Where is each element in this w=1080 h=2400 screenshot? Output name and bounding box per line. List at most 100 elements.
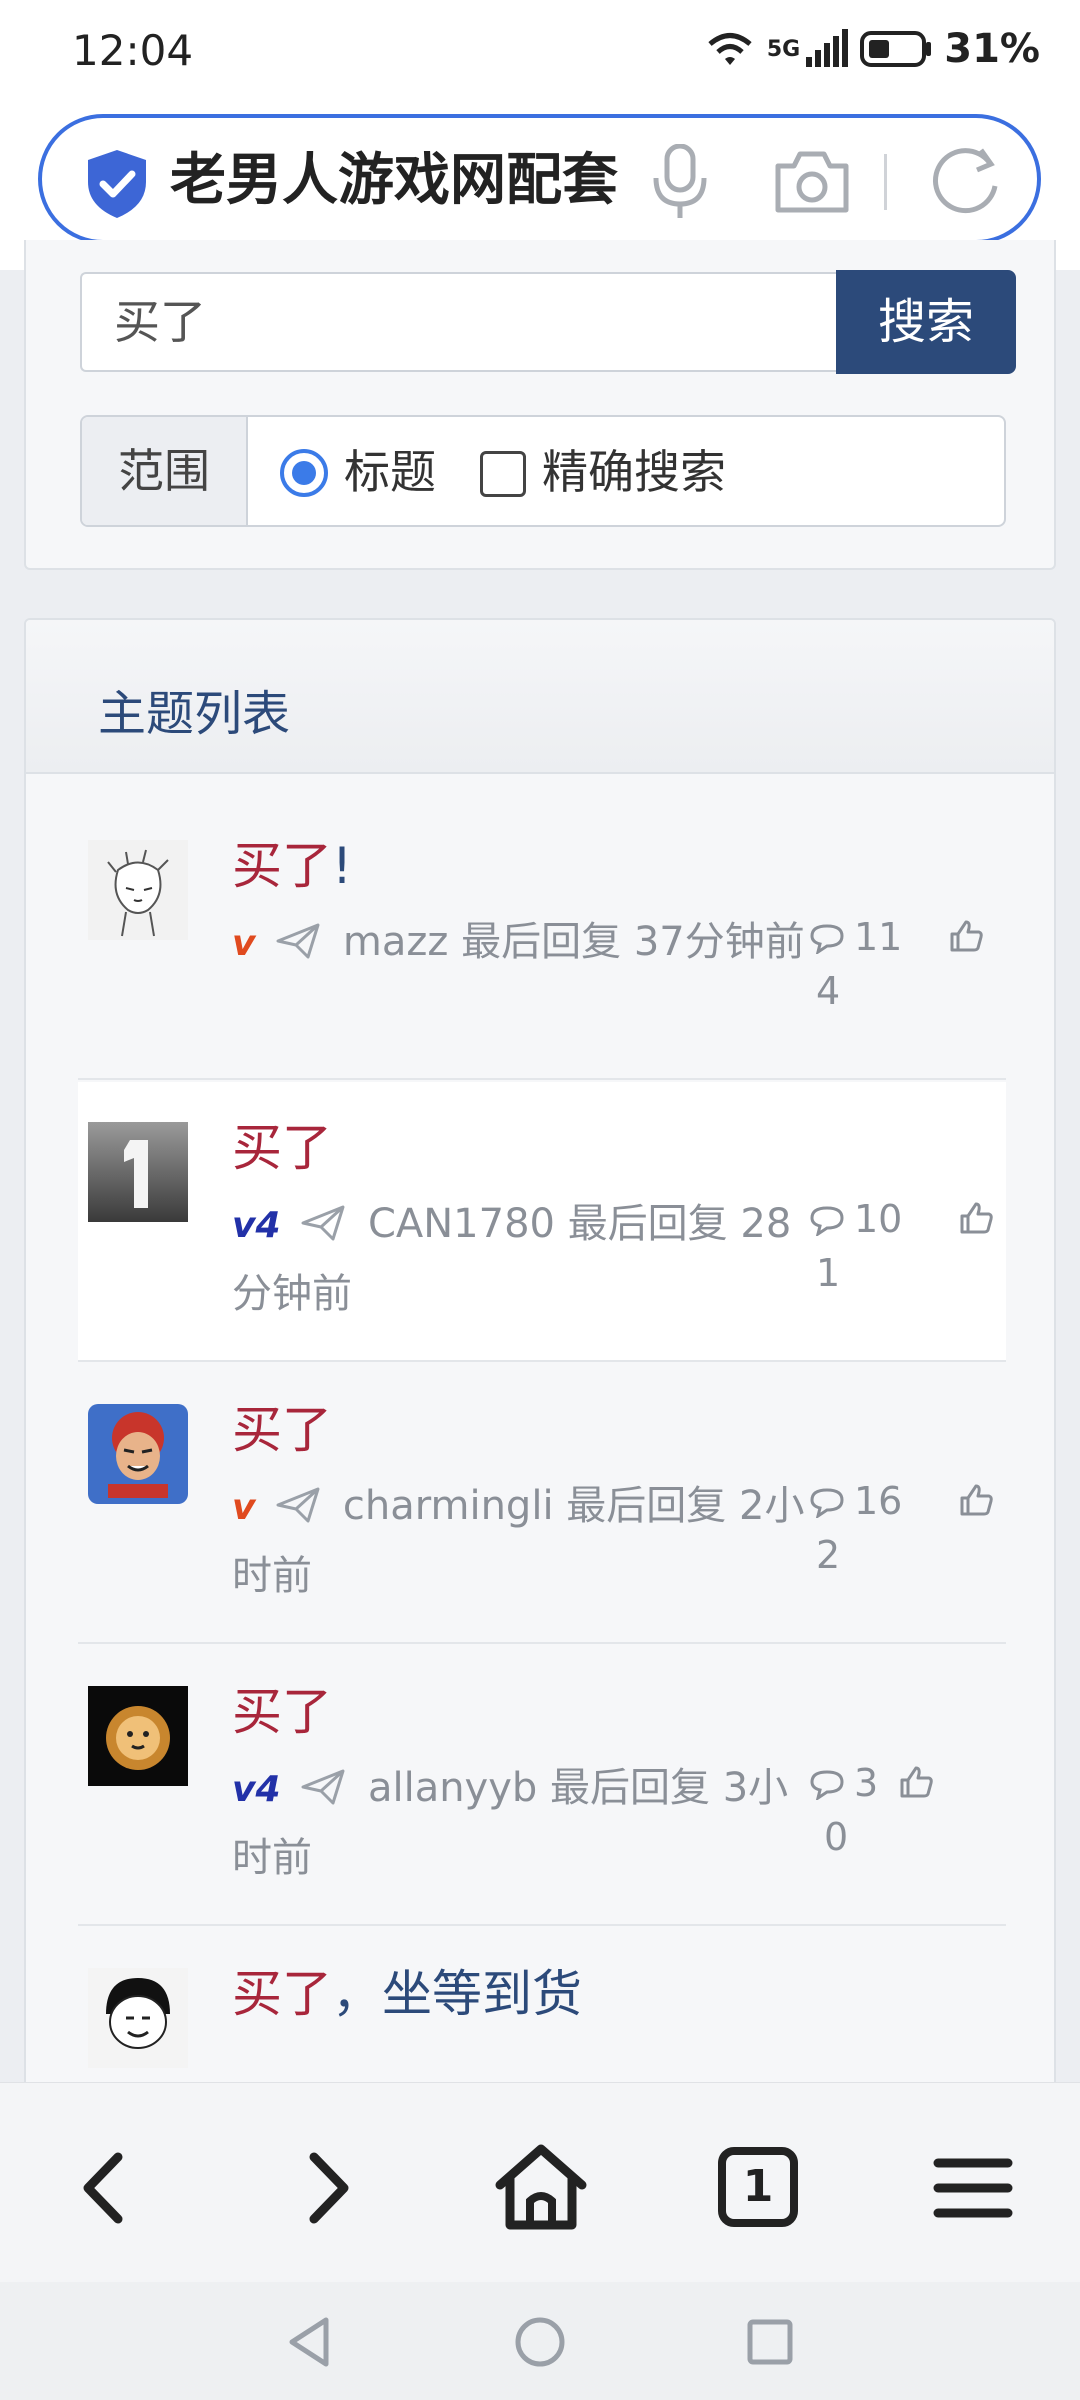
comment-count: 11 — [854, 915, 903, 959]
menu-icon[interactable] — [918, 2133, 1028, 2243]
microphone-icon[interactable] — [650, 144, 710, 220]
topic-row[interactable]: 买了 v4 allanyyb 最后回复 3小时前 3 0 — [78, 1646, 1006, 1926]
topic-row[interactable]: 买了! v mazz 最后回复 37分钟前 11 4 — [78, 800, 1006, 1080]
like-count: 4 — [816, 969, 841, 1013]
username-link[interactable]: charmingli — [343, 1483, 554, 1529]
paper-plane-icon — [301, 1205, 345, 1241]
shield-check-icon[interactable] — [84, 148, 150, 220]
exact-search-checkbox[interactable] — [480, 451, 526, 497]
browser-bottom-bar: 1 — [0, 2082, 1080, 2282]
paper-plane-icon — [276, 923, 320, 959]
exact-search-label[interactable]: 精确搜索 — [542, 441, 726, 503]
topic-stats: 16 2 — [808, 1476, 1008, 1596]
status-time: 12:04 — [72, 26, 194, 75]
avatar[interactable] — [88, 1968, 188, 2068]
user-badge: v4 — [232, 1769, 281, 1810]
avatar[interactable] — [88, 1686, 188, 1786]
chevron-left-icon[interactable] — [50, 2133, 160, 2243]
like-count: 0 — [824, 1815, 849, 1859]
wifi-icon — [708, 33, 752, 65]
topic-stats: 3 0 — [808, 1758, 1008, 1878]
topic-meta: v4 CAN1780 最后回复 28分钟前 — [232, 1190, 812, 1328]
thumbs-up-icon[interactable] — [958, 1200, 994, 1236]
comment-icon — [810, 1488, 844, 1518]
thumbs-up-icon[interactable] — [948, 918, 984, 954]
title-radio-label[interactable]: 标题 — [344, 441, 436, 503]
topic-title-suffix[interactable]: ，坐等到货 — [332, 1965, 582, 2023]
toolbar-divider — [884, 154, 887, 210]
comment-count: 10 — [854, 1197, 903, 1241]
search-button[interactable]: 搜索 — [836, 270, 1016, 374]
network-label: 5G — [766, 36, 801, 62]
topic-title-text[interactable]: 买了 — [232, 1683, 332, 1741]
topic-stats: 11 4 — [808, 912, 1008, 1032]
avatar[interactable] — [88, 1404, 188, 1504]
thumbs-up-icon[interactable] — [958, 1482, 994, 1518]
like-count: 2 — [816, 1533, 841, 1577]
signal-icon — [806, 29, 849, 67]
tabs-button[interactable]: 1 — [702, 2133, 812, 2243]
search-panel: 买了 搜索 范围 标题 精确搜索 — [24, 240, 1056, 570]
home-circle-icon[interactable] — [510, 2312, 570, 2372]
topic-title-text[interactable]: 买了 — [232, 1965, 332, 2023]
topic-title-text[interactable]: 买了 — [232, 1119, 332, 1177]
username-link[interactable]: mazz — [343, 919, 448, 965]
status-icons: 5G 31% — [705, 26, 1040, 72]
user-badge: v — [232, 1487, 256, 1528]
topic-meta: v charmingli 最后回复 2小时前 — [232, 1472, 812, 1610]
reply-time: 37分钟前 — [633, 919, 805, 965]
title-radio[interactable] — [280, 449, 328, 497]
topic-title-text[interactable]: 买了 — [232, 837, 332, 895]
paper-plane-icon — [301, 1769, 345, 1805]
avatar[interactable] — [88, 1122, 188, 1222]
comment-count: 16 — [854, 1479, 903, 1523]
thumbs-up-icon[interactable] — [898, 1764, 934, 1800]
search-input[interactable]: 买了 — [80, 272, 836, 372]
topic-row[interactable]: 买了 v4 CAN1780 最后回复 28分钟前 10 1 — [78, 1082, 1006, 1362]
topic-list-header: 主题列表 — [26, 620, 1054, 774]
topic-list-panel: 主题列表 买了! v mazz 最后回复 37分钟前 11 4 买了 v4 CA… — [24, 618, 1056, 2118]
reload-icon[interactable] — [927, 142, 1003, 220]
topic-row[interactable]: 买了 v charmingli 最后回复 2小时前 16 2 — [78, 1364, 1006, 1644]
tab-count[interactable]: 1 — [718, 2147, 798, 2227]
status-bar: 12:04 5G 31% — [0, 0, 1080, 100]
topic-stats: 10 1 — [808, 1194, 1008, 1314]
scope-label: 范围 — [82, 417, 248, 525]
topic-title[interactable]: 买了 — [232, 1678, 332, 1746]
battery-level: 31% — [944, 26, 1040, 72]
camera-icon[interactable] — [774, 148, 850, 214]
comment-icon — [810, 924, 844, 954]
comment-icon — [810, 1206, 844, 1236]
system-nav-bar — [0, 2282, 1080, 2400]
topic-title-text[interactable]: 买了 — [232, 1401, 332, 1459]
topic-title[interactable]: 买了，坐等到货 — [232, 1960, 582, 2028]
user-badge: v — [232, 923, 256, 964]
topic-list-title: 主题列表 — [98, 686, 291, 742]
back-triangle-icon[interactable] — [280, 2312, 340, 2372]
battery-icon — [860, 31, 932, 67]
last-reply-label: 最后回复 — [550, 1765, 711, 1811]
topic-title[interactable]: 买了 — [232, 1396, 332, 1464]
search-scope: 范围 标题 精确搜索 — [80, 415, 1006, 527]
paper-plane-icon — [276, 1487, 320, 1523]
topic-meta: v4 allanyyb 最后回复 3小时前 — [232, 1754, 812, 1892]
username-link[interactable]: allanyyb — [368, 1765, 537, 1811]
last-reply-label: 最后回复 — [567, 1201, 728, 1247]
url-text[interactable]: 老男人游戏网配套 — [170, 146, 650, 216]
last-reply-label: 最后回复 — [566, 1483, 727, 1529]
chevron-right-icon[interactable] — [272, 2133, 382, 2243]
username-link[interactable]: CAN1780 — [368, 1201, 555, 1247]
user-badge: v4 — [232, 1205, 281, 1246]
comment-count: 3 — [854, 1761, 879, 1805]
topic-meta: v mazz 最后回复 37分钟前 — [232, 908, 812, 978]
home-icon[interactable] — [486, 2133, 596, 2243]
comment-icon — [810, 1770, 844, 1800]
last-reply-label: 最后回复 — [461, 919, 622, 965]
avatar[interactable] — [88, 840, 188, 940]
topic-title-suffix[interactable]: ! — [332, 837, 352, 895]
like-count: 1 — [816, 1251, 841, 1295]
topic-title[interactable]: 买了 — [232, 1114, 332, 1182]
address-bar[interactable]: 老男人游戏网配套 — [38, 114, 1041, 244]
topic-title[interactable]: 买了! — [232, 832, 352, 900]
recents-square-icon[interactable] — [740, 2312, 800, 2372]
